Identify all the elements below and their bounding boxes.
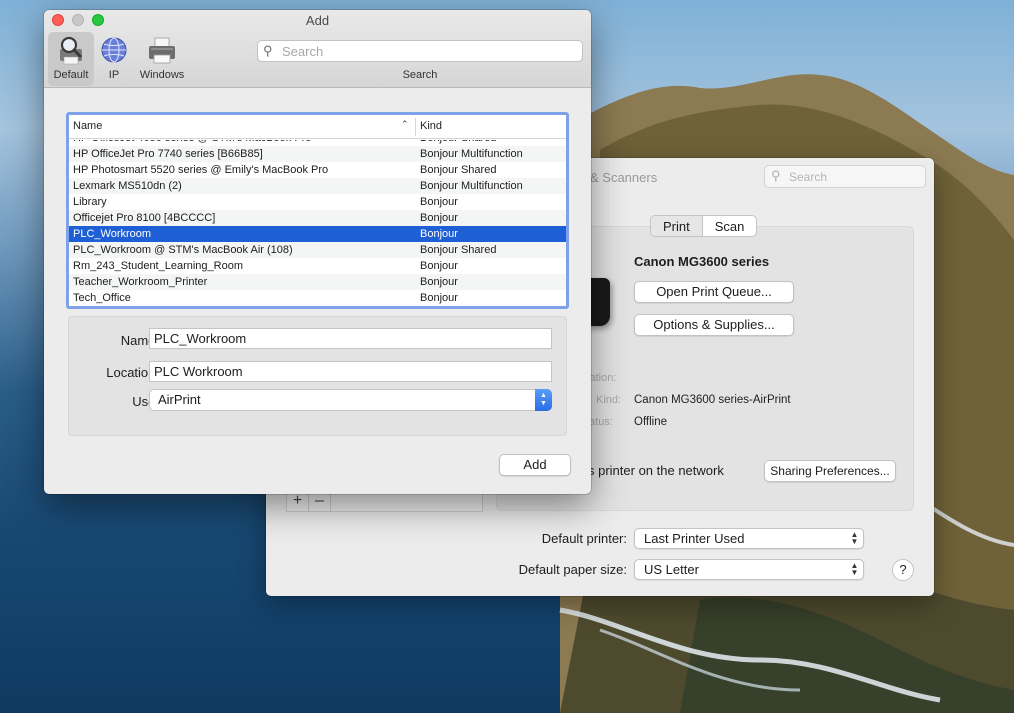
default-printers-icon: [60, 36, 82, 65]
printer-info-form: Name: Location: Use: AirPrint ▲▼: [68, 316, 567, 436]
printer-name-cell: HP Photosmart 5520 series @ Emily's MacB…: [73, 164, 329, 176]
add-search-field[interactable]: ⚲: [257, 40, 583, 62]
prefs-search-placeholder: Search: [789, 170, 828, 184]
table-row[interactable]: Teacher_Workroom_Printer Bonjour: [69, 274, 566, 290]
table-header: Name ⌃ Kind: [69, 115, 566, 139]
table-row[interactable]: Rm_243_Student_Learning_Room Bonjour: [69, 258, 566, 274]
kind-value: Canon MG3600 series-AirPrint: [634, 394, 791, 406]
printer-name-cell: HP OfficeJet Pro 7740 series [B66B85]: [73, 148, 263, 160]
updown-chevron-icon: ▲ ▼: [535, 389, 552, 411]
share-printer-text: s printer on the network: [588, 463, 724, 478]
location-field-label: Location:: [106, 365, 159, 380]
add-remove-bar: + –: [286, 492, 483, 512]
default-printer-popup[interactable]: Last Printer Used ▲ ▼: [634, 528, 864, 549]
table-row[interactable]: PLC_Workroom @ STM's MacBook Air (108) Bo…: [69, 242, 566, 258]
search-icon: ⚲: [771, 168, 781, 183]
tab-scan[interactable]: Scan: [703, 216, 757, 236]
add-printer-window: Add Default IP Windows ⚲ Search Search N…: [44, 10, 591, 494]
toolbar-windows[interactable]: Windows: [136, 32, 188, 86]
column-header-name[interactable]: Name: [73, 120, 102, 132]
help-button[interactable]: ?: [892, 559, 914, 581]
add-button[interactable]: Add: [499, 454, 571, 476]
use-label: Use:: [132, 394, 159, 409]
search-caption: Search: [402, 69, 438, 81]
toolbar-default[interactable]: Default: [48, 32, 94, 86]
printer-kind-cell: Bonjour: [420, 276, 458, 288]
printer-name-cell: Teacher_Workroom_Printer: [73, 276, 208, 288]
toolbar-default-label: Default: [53, 69, 89, 81]
printer-kind-cell: Bonjour: [420, 228, 458, 240]
status-value: Offline: [634, 416, 668, 428]
open-print-queue-button[interactable]: Open Print Queue...: [634, 281, 794, 303]
updown-chevron-icon: ▲ ▼: [850, 530, 859, 546]
search-icon: ⚲: [263, 43, 273, 58]
tab-print[interactable]: Print: [651, 216, 703, 236]
updown-chevron-icon: ▲ ▼: [850, 561, 859, 577]
printer-kind-cell: Bonjour Shared: [420, 244, 497, 256]
prefs-search-field[interactable]: ⚲ Search: [764, 165, 926, 188]
printer-name-cell: PLC_Workroom: [73, 228, 152, 240]
device-name: Canon MG3600 series: [634, 254, 770, 269]
printer-name-cell: Library: [73, 196, 107, 208]
table-rows: HP OfficeJet 4650 series @ STM's MacBook…: [69, 140, 566, 306]
table-row[interactable]: PLC_Workroom Bonjour: [69, 226, 566, 242]
prefs-window-title: & Scanners: [590, 170, 658, 185]
table-row[interactable]: HP Photosmart 5520 series @ Emily's MacB…: [69, 162, 566, 178]
toolbar-windows-label: Windows: [139, 69, 185, 81]
remove-printer-button[interactable]: –: [309, 492, 331, 512]
column-header-kind[interactable]: Kind: [420, 120, 442, 132]
printer-kind-cell: Bonjour Multifunction: [420, 148, 523, 160]
table-row[interactable]: Lexmark MS510dn (2) Bonjour Multifunction: [69, 178, 566, 194]
printer-kind-cell: Bonjour Multifunction: [420, 180, 523, 192]
printer-kind-cell: Bonjour: [420, 292, 458, 304]
printer-name-cell: Tech_Office: [73, 292, 131, 304]
printer-kind-cell: Bonjour: [420, 196, 458, 208]
location-field[interactable]: [149, 361, 552, 382]
add-window-toolbar: Add Default IP Windows ⚲ Search Search: [44, 10, 591, 88]
table-row[interactable]: HP OfficeJet Pro 7740 series [B66B85] Bon…: [69, 146, 566, 162]
printer-name-cell: PLC_Workroom @ STM's MacBook Air (108): [73, 244, 293, 256]
sort-ascending-icon: ⌃: [401, 119, 409, 129]
sharing-preferences-button[interactable]: Sharing Preferences...: [764, 460, 896, 482]
windows-printer-icon: [149, 37, 175, 64]
printer-name-cell: Lexmark MS510dn (2): [73, 180, 182, 192]
default-printer-value: Last Printer Used: [644, 531, 745, 546]
print-scan-tabs: Print Scan: [650, 215, 758, 237]
add-printer-button[interactable]: +: [287, 492, 309, 512]
table-row[interactable]: Officejet Pro 8100 [4BCCCC] Bonjour: [69, 210, 566, 226]
use-driver-popup[interactable]: AirPrint ▲ ▼: [149, 389, 552, 411]
add-search-input[interactable]: [282, 43, 572, 59]
paper-size-value: US Letter: [644, 562, 699, 577]
printer-kind-cell: Bonjour: [420, 260, 458, 272]
printer-name-cell: Officejet Pro 8100 [4BCCCC]: [73, 212, 216, 224]
name-label: Name:: [120, 333, 159, 348]
column-divider: [415, 118, 416, 136]
default-printer-label: Default printer:: [541, 531, 627, 546]
table-body: HP OfficeJet 4650 series @ STM's MacBook…: [69, 140, 566, 306]
printer-name-cell: Rm_243_Student_Learning_Room: [73, 260, 244, 272]
paper-size-label: Default paper size:: [518, 562, 627, 577]
printer-list-table[interactable]: Name ⌃ Kind HP OfficeJet 4650 series @ S…: [66, 112, 569, 309]
globe-icon: [101, 37, 127, 63]
toolbar-ip-label: IP: [108, 69, 120, 81]
window-title: Add: [305, 13, 330, 28]
printer-kind-cell: Bonjour: [420, 212, 458, 224]
options-supplies-button[interactable]: Options & Supplies...: [634, 314, 794, 336]
kind-label: Kind:: [596, 394, 622, 406]
use-value: AirPrint: [158, 392, 201, 407]
name-field[interactable]: [149, 328, 552, 349]
paper-size-popup[interactable]: US Letter ▲ ▼: [634, 559, 864, 580]
toolbar-ip[interactable]: IP: [98, 32, 130, 86]
table-row[interactable]: Tech_Office Bonjour: [69, 290, 566, 306]
printer-kind-cell: Bonjour Shared: [420, 164, 497, 176]
table-row[interactable]: Library Bonjour: [69, 194, 566, 210]
